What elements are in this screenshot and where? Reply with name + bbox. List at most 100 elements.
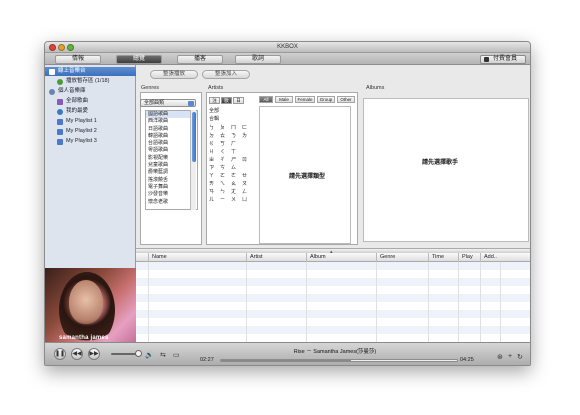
add-icon[interactable]: + [508,353,512,360]
zhuyin-key[interactable]: ㄘ [220,165,231,172]
sidebar-item-play-queue[interactable]: 播放暫存區 (1/18) [45,77,136,86]
zhuyin-key[interactable]: ㄩ [242,197,253,204]
repeat-icon[interactable]: ⇆ [160,351,166,359]
zhuyin-key[interactable]: ㄚ [209,173,220,180]
zhuyin-key[interactable]: ㄧ [220,197,231,204]
zhuyin-key[interactable]: ㄣ [220,189,231,196]
sidebar-item-label: 線上音樂台 [58,68,86,74]
volume-knob[interactable] [135,350,142,357]
zhuyin-key[interactable]: ㄈ [242,125,253,132]
filter-group-button[interactable]: Group [317,96,335,103]
pause-button[interactable]: ❚❚ [54,348,66,360]
previous-button[interactable]: ◀◀ [71,348,83,360]
play-all-button[interactable]: 整張播放 [150,70,198,79]
column-header-album[interactable]: Album [306,253,376,262]
zhuyin-key[interactable]: ㄔ [220,157,231,164]
zhuyin-key[interactable]: ㄦ [209,197,220,204]
sidebar-item-online-radio[interactable]: 線上音樂台 [45,67,136,76]
album-list[interactable]: 請先選擇歌手 [363,98,529,242]
column-divider [306,262,307,342]
column-header-time[interactable]: Time [428,253,458,262]
table-row[interactable] [136,278,530,286]
genre-scrollbar[interactable] [190,110,196,210]
zhuyin-key[interactable]: ㄒ [231,149,242,156]
zhuyin-key[interactable]: ㄌ [242,133,253,140]
zhuyin-key[interactable]: ㄢ [209,189,220,196]
table-row[interactable] [136,310,530,318]
screen-icon[interactable]: ▭ [173,351,180,359]
zhuyin-key[interactable]: ㄉ [209,133,220,140]
next-button[interactable]: ▶▶ [88,348,100,360]
column-header-artist[interactable]: Artist [246,253,306,262]
table-row[interactable] [136,326,530,334]
artist-list[interactable]: 請先選擇類型 [259,106,351,244]
sidebar-item-library[interactable]: 個人音樂庫 [45,87,136,96]
zhuyin-key[interactable]: ㄝ [242,173,253,180]
table-row[interactable] [136,334,530,342]
zhuyin-key[interactable]: ㄏ [231,141,242,148]
zhuyin-key[interactable]: ㄗ [209,165,220,172]
filter-female-button[interactable]: Female [295,96,315,103]
tab-lyrics[interactable]: 歌詞 [235,55,281,64]
zhuyin-key[interactable]: ㄎ [220,141,231,148]
table-row[interactable] [136,286,530,294]
sidebar-item-playlist-2[interactable]: My Playlist 2 [45,127,136,136]
zhuyin-key[interactable]: ㄤ [231,189,242,196]
alphabet-zhuyin-button[interactable]: 注 [209,97,220,104]
sidebar-item-playlist-3[interactable]: My Playlist 3 [45,137,136,146]
zhuyin-key[interactable]: ㄓ [209,157,220,164]
zhuyin-key[interactable]: ㄜ [231,173,242,180]
column-header-name[interactable]: Name [148,253,246,262]
zhuyin-key[interactable]: ㄅ [209,125,220,132]
zhuyin-key[interactable]: ㄠ [231,181,242,188]
zhuyin-key[interactable]: ㄙ [231,165,242,172]
window-title: KKBOX [277,44,298,50]
table-row[interactable] [136,302,530,310]
column-header-add[interactable]: Add.. [480,253,500,262]
progress-bar[interactable] [220,359,458,362]
zhuyin-key[interactable]: ㄥ [242,189,253,196]
table-row[interactable] [136,262,530,270]
alphabet-japanese-button[interactable]: 日 [233,97,244,104]
zhuyin-key[interactable]: ㄋ [231,133,242,140]
artist-index-compilation[interactable]: 合輯 [209,116,253,124]
settings-icon[interactable]: ⊛ [497,353,503,361]
tab-overview[interactable]: 總覽 [116,55,162,64]
filter-other-button[interactable]: Other [337,96,355,103]
refresh-icon[interactable]: ↻ [517,353,523,361]
volume-slider[interactable] [111,353,137,355]
sidebar-item-all-songs[interactable]: 全部歌曲 [45,97,136,106]
tab-podcast[interactable]: 播客 [177,55,223,64]
filter-male-button[interactable]: Male [275,96,293,103]
genre-dropdown[interactable]: 全部曲類 [140,99,196,107]
artist-index-all[interactable]: 全部 [209,108,253,116]
zhuyin-key[interactable]: ㄆ [220,125,231,132]
zhuyin-key[interactable]: ㄛ [220,173,231,180]
sidebar-item-favorites[interactable]: 我的最愛 [45,107,136,116]
zhuyin-row: ㄍㄎㄏ [209,141,253,149]
table-row[interactable] [136,318,530,326]
table-row[interactable] [136,294,530,302]
zhuyin-key[interactable]: ㄊ [220,133,231,140]
zhuyin-key[interactable]: ㄕ [231,157,242,164]
table-row[interactable] [136,270,530,278]
zhuyin-key[interactable]: ㄇ [231,125,242,132]
alphabet-english-button[interactable]: 歐 [221,97,232,104]
tab-info[interactable]: 情報 [55,55,101,64]
zhuyin-key[interactable]: ㄡ [242,181,253,188]
zhuyin-key[interactable]: ㄍ [209,141,220,148]
zhuyin-key[interactable]: ㄑ [220,149,231,156]
paid-member-button[interactable]: 付費會員 [480,55,526,64]
add-all-button[interactable]: 整張加入 [202,70,250,79]
filter-all-button[interactable]: All [259,96,273,103]
zhuyin-key[interactable]: ㄞ [209,181,220,188]
zhuyin-key[interactable]: ㄨ [231,197,242,204]
sidebar-item-playlist-1[interactable]: My Playlist 1 [45,117,136,126]
zhuyin-key[interactable]: ㄖ [242,157,253,164]
sidebar-item-label: 個人音樂庫 [58,88,86,94]
column-header-genre[interactable]: Genre [376,253,428,262]
zhuyin-key[interactable]: ㄐ [209,149,220,156]
scrollbar-thumb[interactable] [192,112,196,162]
column-header-play[interactable]: Play [458,253,480,262]
zhuyin-key[interactable]: ㄟ [220,181,231,188]
